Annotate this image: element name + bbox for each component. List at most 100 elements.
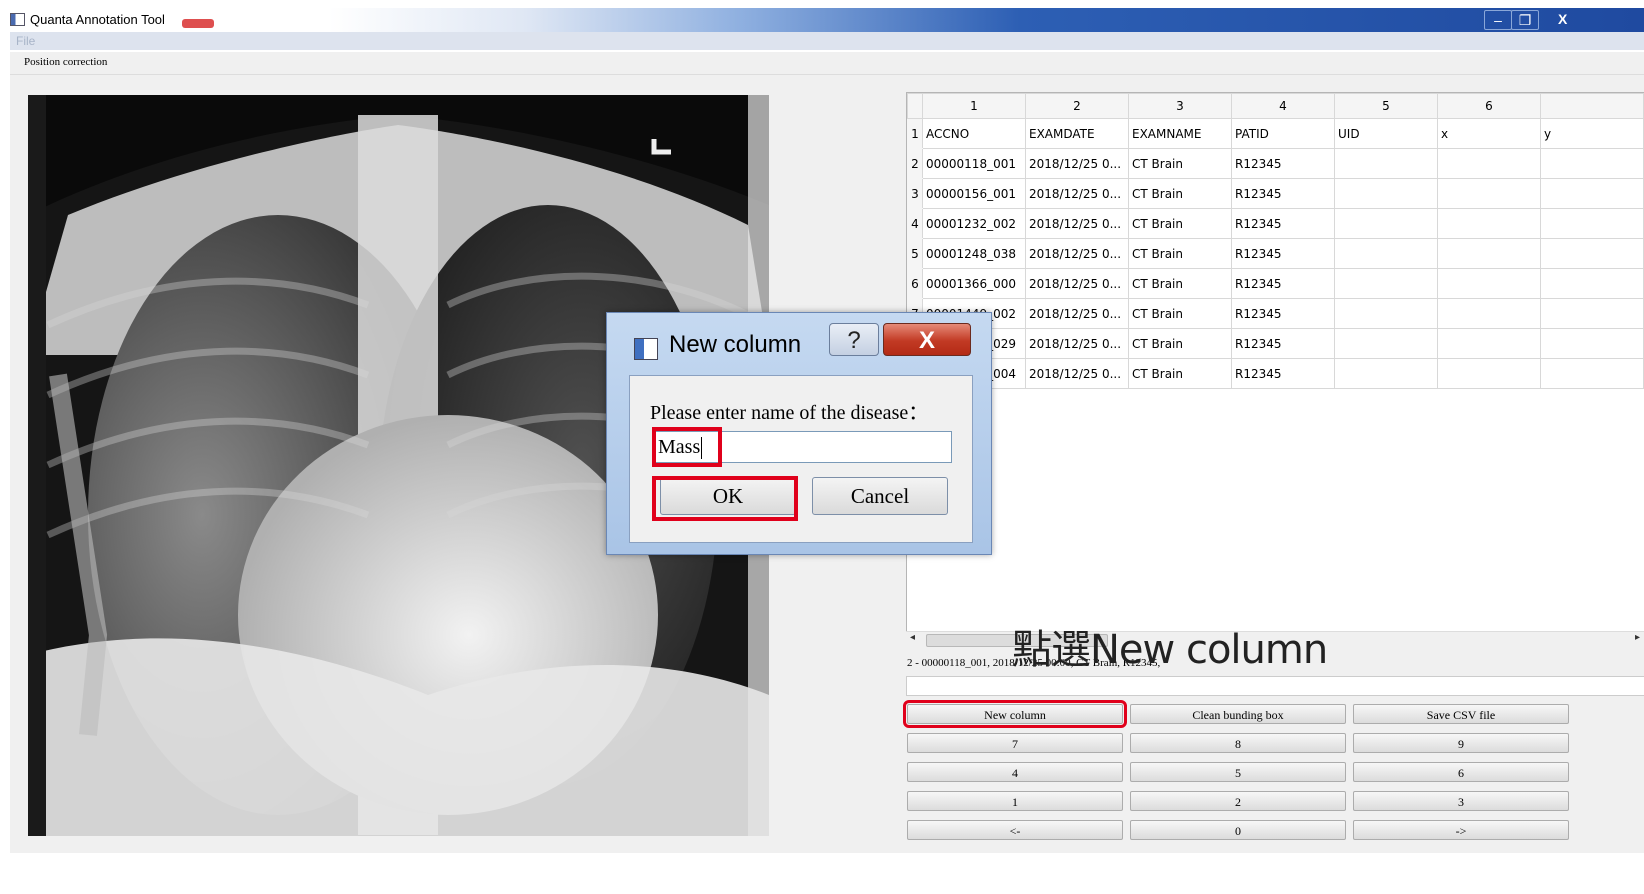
table-cell[interactable] bbox=[1437, 208, 1541, 239]
table-cell[interactable]: EXAMDATE bbox=[1025, 118, 1129, 149]
table-cell[interactable]: 2018/12/25 0... bbox=[1025, 268, 1129, 299]
table-row[interactable]: 5 00001248_038 2018/12/25 0... CT Brain R123… bbox=[907, 238, 1644, 269]
table-cell[interactable]: CT Brain bbox=[1128, 148, 1232, 179]
table-cell[interactable] bbox=[1334, 358, 1438, 389]
row-header[interactable]: 5 bbox=[907, 238, 923, 269]
new-column-dialog[interactable]: New column ? X Please enter name of the … bbox=[606, 312, 992, 555]
column-header[interactable] bbox=[1540, 93, 1644, 119]
table-cell[interactable]: ACCNO bbox=[922, 118, 1026, 149]
table-cell[interactable] bbox=[1334, 298, 1438, 329]
column-header[interactable]: 2 bbox=[1025, 93, 1129, 119]
detail-field[interactable] bbox=[906, 676, 1644, 696]
table-cell[interactable]: 2018/12/25 0... bbox=[1025, 148, 1129, 179]
key-4-button[interactable]: 4 bbox=[907, 762, 1123, 782]
table-cell[interactable] bbox=[1540, 148, 1644, 179]
table-cell[interactable]: R12345 bbox=[1231, 238, 1335, 269]
table-row[interactable]: 1 ACCNO EXAMDATE EXAMNAME PATID UID x y bbox=[907, 118, 1644, 149]
table-cell[interactable]: CT Brain bbox=[1128, 358, 1232, 389]
restore-button[interactable]: ❐ bbox=[1511, 10, 1539, 30]
table-row[interactable]: 800001612_0292018/12/25 0...CT BrainR123… bbox=[907, 328, 1644, 359]
table-row[interactable]: 700001449_0022018/12/25 0...CT BrainR123… bbox=[907, 298, 1644, 329]
key-6-button[interactable]: 6 bbox=[1353, 762, 1569, 782]
table-cell[interactable]: R12345 bbox=[1231, 298, 1335, 329]
table-cell[interactable]: CT Brain bbox=[1128, 268, 1232, 299]
table-cell[interactable]: 2018/12/25 0... bbox=[1025, 178, 1129, 209]
dialog-close-button[interactable]: X bbox=[883, 323, 971, 356]
table-cell[interactable]: 2018/12/25 0... bbox=[1025, 208, 1129, 239]
table-cell[interactable] bbox=[1437, 298, 1541, 329]
table-cell[interactable] bbox=[1334, 208, 1438, 239]
clean-bounding-box-button[interactable]: Clean bunding box bbox=[1130, 704, 1346, 724]
table-cell[interactable]: 2018/12/25 0... bbox=[1025, 238, 1129, 269]
scroll-left-icon[interactable]: ◂ bbox=[910, 632, 915, 643]
table-cell[interactable]: y bbox=[1540, 118, 1644, 149]
table-cell[interactable]: CT Brain bbox=[1128, 178, 1232, 209]
table-cell[interactable]: CT Brain bbox=[1128, 298, 1232, 329]
table-cell[interactable]: R12345 bbox=[1231, 268, 1335, 299]
row-header[interactable]: 4 bbox=[907, 208, 923, 239]
table-cell[interactable] bbox=[1334, 328, 1438, 359]
table-cell[interactable]: x bbox=[1437, 118, 1541, 149]
key-3-button[interactable]: 3 bbox=[1353, 791, 1569, 811]
table-cell[interactable] bbox=[1437, 178, 1541, 209]
table-row[interactable]: 2 00000118_001 2018/12/25 0... CT Brain R123… bbox=[907, 148, 1644, 179]
table-cell[interactable]: R12345 bbox=[1231, 208, 1335, 239]
table-cell[interactable] bbox=[1540, 358, 1644, 389]
table-cell[interactable]: CT Brain bbox=[1128, 328, 1232, 359]
new-column-button[interactable]: New column bbox=[903, 700, 1127, 728]
table-cell[interactable]: R12345 bbox=[1231, 148, 1335, 179]
menu-file[interactable]: File bbox=[16, 34, 35, 48]
table-row[interactable]: 6 00001366_000 2018/12/25 0... CT Brain R123… bbox=[907, 268, 1644, 299]
column-header[interactable]: 6 bbox=[1437, 93, 1541, 119]
table-cell[interactable]: EXAMNAME bbox=[1128, 118, 1232, 149]
column-header[interactable]: 1 bbox=[922, 93, 1026, 119]
table-row[interactable]: 900001688_0042018/12/25 0...CT BrainR123… bbox=[907, 358, 1644, 389]
previous-button[interactable]: <- bbox=[907, 820, 1123, 840]
table-cell[interactable]: 00001366_000 bbox=[922, 268, 1026, 299]
key-8-button[interactable]: 8 bbox=[1130, 733, 1346, 753]
table-cell[interactable]: 00001232_002 bbox=[922, 208, 1026, 239]
table-cell[interactable]: 2018/12/25 0... bbox=[1025, 298, 1129, 329]
row-header[interactable]: 2 bbox=[907, 148, 923, 179]
table-cell[interactable] bbox=[1334, 268, 1438, 299]
table-cell[interactable]: 2018/12/25 0... bbox=[1025, 358, 1129, 389]
save-csv-button[interactable]: Save CSV file bbox=[1353, 704, 1569, 724]
table-cell[interactable] bbox=[1540, 298, 1644, 329]
table-cell[interactable] bbox=[1540, 178, 1644, 209]
table-cell[interactable]: 00000156_001 bbox=[922, 178, 1026, 209]
table-cell[interactable]: CT Brain bbox=[1128, 208, 1232, 239]
column-header[interactable]: 3 bbox=[1128, 93, 1232, 119]
table-cell[interactable]: R12345 bbox=[1231, 358, 1335, 389]
scroll-right-icon[interactable]: ▸ bbox=[1635, 632, 1640, 643]
table-cell[interactable] bbox=[1437, 148, 1541, 179]
close-button[interactable]: X bbox=[1540, 10, 1644, 28]
table-row[interactable]: 3 00000156_001 2018/12/25 0... CT Brain R123… bbox=[907, 178, 1644, 209]
key-5-button[interactable]: 5 bbox=[1130, 762, 1346, 782]
row-header[interactable]: 1 bbox=[907, 118, 923, 149]
row-header[interactable]: 3 bbox=[907, 178, 923, 209]
key-0-button[interactable]: 0 bbox=[1130, 820, 1346, 840]
table-cell[interactable] bbox=[1437, 268, 1541, 299]
table-cell[interactable] bbox=[1540, 208, 1644, 239]
title-bar[interactable]: Quanta Annotation Tool – ❐ X bbox=[0, 8, 1644, 32]
table-cell[interactable] bbox=[1437, 328, 1541, 359]
table-cell[interactable] bbox=[1540, 328, 1644, 359]
key-9-button[interactable]: 9 bbox=[1353, 733, 1569, 753]
column-header[interactable]: 5 bbox=[1334, 93, 1438, 119]
table-cell[interactable]: 00001248_038 bbox=[922, 238, 1026, 269]
position-correction-action[interactable]: Position correction bbox=[24, 56, 107, 68]
table-cell[interactable]: 00000118_001 bbox=[922, 148, 1026, 179]
row-header[interactable]: 6 bbox=[907, 268, 923, 299]
cancel-button[interactable]: Cancel bbox=[812, 477, 948, 515]
key-2-button[interactable]: 2 bbox=[1130, 791, 1346, 811]
table-cell[interactable] bbox=[1540, 238, 1644, 269]
next-button[interactable]: -> bbox=[1353, 820, 1569, 840]
table-cell[interactable] bbox=[1437, 238, 1541, 269]
table-cell[interactable]: UID bbox=[1334, 118, 1438, 149]
minimize-button[interactable]: – bbox=[1484, 10, 1512, 30]
table-cell[interactable]: PATID bbox=[1231, 118, 1335, 149]
table-cell[interactable]: R12345 bbox=[1231, 178, 1335, 209]
table-cell[interactable] bbox=[1540, 268, 1644, 299]
table-row[interactable]: 4 00001232_002 2018/12/25 0... CT Brain R123… bbox=[907, 208, 1644, 239]
table-cell[interactable]: 2018/12/25 0... bbox=[1025, 328, 1129, 359]
